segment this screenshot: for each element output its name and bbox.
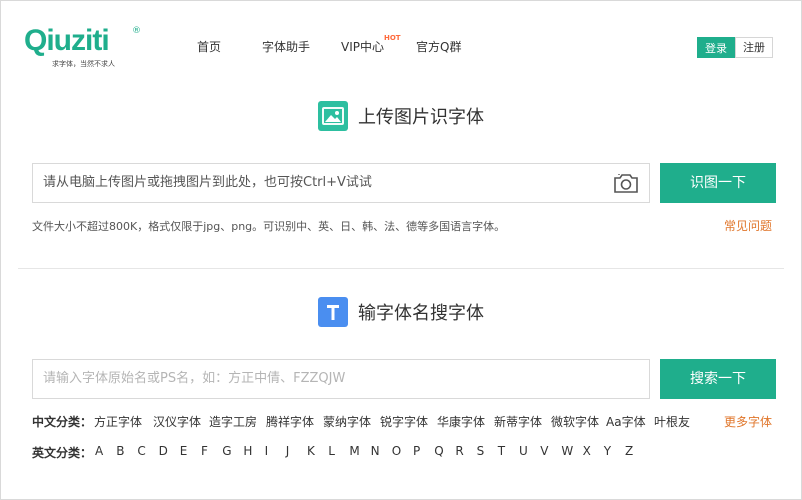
- logo-registered-mark: ®: [132, 26, 141, 36]
- logo-text: Qiuziti: [24, 24, 110, 57]
- english-category-link[interactable]: N: [371, 444, 380, 458]
- english-category-link[interactable]: Q: [434, 444, 443, 458]
- chinese-category-link[interactable]: 锐字字体: [380, 413, 428, 430]
- chinese-category-link[interactable]: 叶根友: [654, 413, 690, 430]
- english-category-link[interactable]: G: [222, 444, 231, 458]
- english-category-link[interactable]: L: [328, 444, 335, 458]
- upload-drop-input[interactable]: 请从电脑上传图片或拖拽图片到此处，也可按Ctrl+V试试: [32, 163, 650, 203]
- font-search-placeholder: 请输入字体原始名或PS名，如：方正中倩、FZZQJW: [43, 371, 346, 386]
- english-category-link[interactable]: J: [286, 444, 290, 458]
- section-divider: [18, 268, 784, 269]
- nav-item-home[interactable]: 首页: [197, 38, 221, 55]
- english-category-link[interactable]: P: [413, 444, 420, 458]
- english-category-link[interactable]: I: [265, 444, 269, 458]
- logo-slogan: 求字体，当然不求人: [52, 60, 115, 68]
- chinese-category-link[interactable]: 方正字体: [94, 413, 142, 430]
- chinese-category-label: 中文分类：: [32, 415, 93, 429]
- english-category-label: 英文分类：: [32, 446, 93, 460]
- search-section-title: 输字体名搜字体: [0, 297, 802, 333]
- english-category-link[interactable]: O: [392, 444, 401, 458]
- english-category-link[interactable]: X: [583, 444, 591, 458]
- upload-input-text: 请从电脑上传图片或拖拽图片到此处，也可按Ctrl+V试试: [43, 175, 372, 190]
- camera-icon[interactable]: [613, 172, 639, 194]
- chinese-category-link[interactable]: 新蒂字体: [494, 413, 542, 430]
- english-category-link[interactable]: C: [137, 444, 145, 458]
- image-icon: [318, 101, 348, 131]
- hot-badge: HOT: [384, 34, 401, 42]
- english-category-link[interactable]: Y: [604, 444, 611, 458]
- chinese-category-link[interactable]: 腾祥字体: [266, 413, 314, 430]
- nav-item-official-qq-group[interactable]: 官方Q群: [416, 38, 461, 55]
- english-category-link[interactable]: V: [540, 444, 548, 458]
- register-button[interactable]: 注册: [735, 37, 773, 58]
- upload-title-text: 上传图片识字体: [358, 107, 484, 128]
- english-category-link[interactable]: Z: [625, 444, 633, 458]
- upload-hint: 文件大小不超过800K，格式仅限于jpg、png。可识别中、英、日、韩、法、德等…: [32, 220, 506, 233]
- search-button[interactable]: 搜索一下: [660, 359, 776, 399]
- english-category-link[interactable]: W: [561, 444, 573, 458]
- english-category-link[interactable]: B: [116, 444, 124, 458]
- more-fonts-link[interactable]: 更多字体: [724, 413, 772, 430]
- search-title-text: 输字体名搜字体: [358, 303, 484, 324]
- identify-button[interactable]: 识图一下: [660, 163, 776, 203]
- chinese-category-link[interactable]: 微软字体: [551, 413, 599, 430]
- english-category-link[interactable]: A: [95, 444, 103, 458]
- upload-section-title: 上传图片识字体: [0, 101, 802, 137]
- english-category-link[interactable]: K: [307, 444, 315, 458]
- chinese-category-link[interactable]: 汉仪字体: [153, 413, 201, 430]
- english-category-link[interactable]: R: [455, 444, 463, 458]
- login-button[interactable]: 登录: [697, 37, 735, 58]
- english-category-link[interactable]: U: [519, 444, 528, 458]
- english-category-link[interactable]: M: [349, 444, 359, 458]
- site-logo[interactable]: Qiuziti ® 求字体，当然不求人: [24, 24, 144, 70]
- font-search-input[interactable]: 请输入字体原始名或PS名，如：方正中倩、FZZQJW: [32, 359, 650, 399]
- english-category-link[interactable]: F: [201, 444, 208, 458]
- header: Qiuziti ® 求字体，当然不求人 首页 字体助手 VIP中心 官方Q群 H…: [0, 0, 802, 80]
- chinese-category-link[interactable]: Aa字体: [606, 413, 646, 430]
- english-category-link[interactable]: H: [243, 444, 252, 458]
- english-category-link[interactable]: E: [180, 444, 188, 458]
- english-category-link[interactable]: D: [159, 444, 168, 458]
- nav-item-font-assistant[interactable]: 字体助手: [262, 38, 310, 55]
- chinese-category-link[interactable]: 造字工房: [209, 413, 257, 430]
- chinese-category-link[interactable]: 蒙纳字体: [323, 413, 371, 430]
- faq-link[interactable]: 常见问题: [724, 217, 772, 234]
- english-category-link[interactable]: T: [498, 444, 505, 458]
- auth-buttons: 登录 注册: [697, 37, 775, 58]
- english-category-link[interactable]: S: [477, 444, 485, 458]
- nav-item-vip-center[interactable]: VIP中心: [341, 38, 384, 55]
- text-icon: [318, 297, 348, 327]
- chinese-category-link[interactable]: 华康字体: [437, 413, 485, 430]
